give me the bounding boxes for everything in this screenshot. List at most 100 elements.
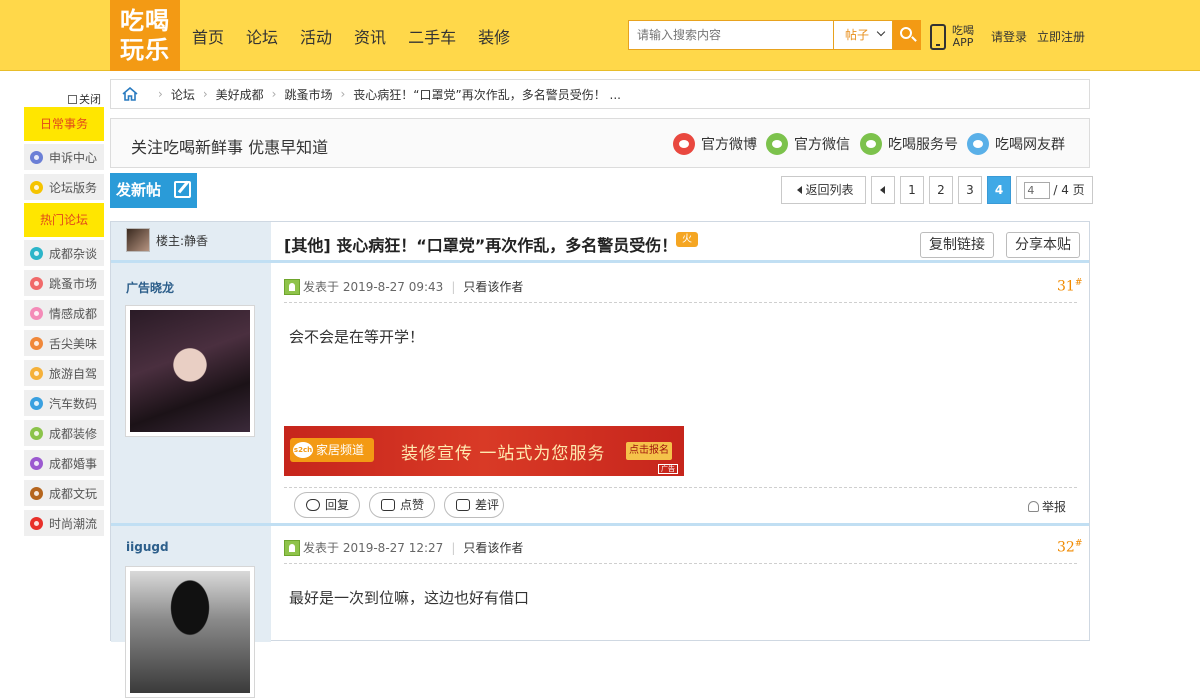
sidebar-item-label: 时尚潮流	[49, 516, 98, 531]
post-author-name[interactable]: iigugd	[126, 540, 169, 554]
sidebar-item-antiques[interactable]: 成都文玩	[24, 480, 104, 506]
nav-decoration[interactable]: 装修	[478, 24, 510, 48]
qq-group-link[interactable]: 吃喝网友群	[967, 133, 1065, 155]
breadcrumb: › 论坛 › 美好成都 › 跳蚤市场 › 丧心病狂！“口罩党”再次作乱，多名警员…	[110, 79, 1090, 109]
travel-icon	[30, 366, 43, 380]
floor-number[interactable]: 31#	[1057, 278, 1082, 295]
breadcrumb-forum[interactable]: 论坛	[171, 86, 195, 103]
like-button[interactable]: 点赞	[369, 492, 436, 518]
edit-icon	[174, 181, 191, 198]
sidebar-item-flea-market[interactable]: 跳蚤市场	[24, 270, 104, 296]
sidebar-item-forum-admin[interactable]: 论坛版务	[24, 174, 104, 200]
post-content: 会不会是在等开学！	[289, 328, 425, 346]
weibo-link[interactable]: 官方微博	[673, 133, 757, 155]
ad-banner[interactable]: 家居频道 装修宣传 一站式为您服务 点击报名 广告	[284, 426, 684, 476]
qq-icon	[967, 133, 989, 155]
sidebar-section-daily: 日常事务	[24, 107, 104, 141]
nav-forum[interactable]: 论坛	[246, 24, 278, 48]
thread-header: 楼主: 静香 [其他] 丧心病狂！“口罩党”再次作乱，多名警员受伤！ 火 复制链…	[111, 222, 1089, 263]
copy-link-button[interactable]: 复制链接	[920, 232, 994, 258]
sidebar-item-travel[interactable]: 旅游自驾	[24, 360, 104, 386]
sidebar-item-cars-digital[interactable]: 汽车数码	[24, 390, 104, 416]
thread-category[interactable]: [其他]	[284, 236, 331, 255]
ad-cta-button[interactable]: 点击报名	[626, 442, 672, 460]
app-download-link[interactable]: 吃喝 APP	[930, 22, 974, 52]
post-time: 发表于 2019-8-27 09:43	[303, 280, 444, 294]
sidebar-item-fashion[interactable]: 时尚潮流	[24, 510, 104, 536]
wechat-link[interactable]: 官方微信	[766, 133, 850, 155]
author-photo[interactable]	[125, 305, 255, 437]
wechat-icon	[766, 133, 788, 155]
prev-page-button[interactable]	[871, 176, 895, 204]
sidebar-section-hot: 热门论坛	[24, 203, 104, 237]
sidebar-item-label: 成都杂谈	[49, 246, 98, 261]
sidebar-item-wedding[interactable]: 成都婚事	[24, 450, 104, 476]
floor-number[interactable]: 32#	[1057, 539, 1082, 556]
floor-value: 31	[1057, 278, 1075, 295]
sidebar-item-label: 旅游自驾	[49, 366, 98, 381]
report-button[interactable]: 举报	[1028, 498, 1066, 515]
share-button[interactable]: 分享本贴	[1006, 232, 1080, 258]
reply-button[interactable]: 回复	[294, 492, 361, 518]
op-name[interactable]: 静香	[184, 232, 208, 249]
only-author-link[interactable]: 只看该作者	[463, 278, 523, 295]
weibo-icon	[673, 133, 695, 155]
sidebar-close-button[interactable]: 关闭	[68, 91, 101, 107]
sidebar-item-label: 情感成都	[49, 306, 98, 321]
page-1-button[interactable]: 1	[900, 176, 924, 204]
page-2-button[interactable]: 2	[929, 176, 953, 204]
post-time: 发表于 2019-8-27 12:27	[303, 541, 444, 555]
follow-bar: 关注吃喝新鲜事 优惠早知道 官方微博 官方微信 吃喝服务号 吃喝网友群	[110, 118, 1090, 168]
nav-events[interactable]: 活动	[300, 24, 332, 48]
car-icon	[30, 396, 43, 410]
avatar[interactable]	[126, 228, 150, 252]
sidebar-item-appeal[interactable]: 申诉中心	[24, 144, 104, 170]
sidebar-item-emotion[interactable]: 情感成都	[24, 300, 104, 326]
avatar	[130, 310, 250, 432]
back-to-list-button[interactable]: 返回列表	[781, 176, 866, 204]
page-jump-input[interactable]	[1024, 181, 1051, 199]
app-label-line2: APP	[952, 36, 974, 49]
search-type-select[interactable]: 帖子	[833, 20, 893, 50]
register-link[interactable]: 立即注册	[1037, 28, 1085, 45]
weibo-label: 官方微博	[701, 137, 757, 153]
close-icon	[68, 95, 77, 104]
login-link[interactable]: 请登录	[991, 28, 1027, 45]
post-author-name[interactable]: 广告晓龙	[126, 279, 174, 296]
market-icon	[30, 276, 43, 290]
only-author-link[interactable]: 只看该作者	[463, 539, 523, 556]
author-photo[interactable]	[125, 566, 255, 698]
search-type-label: 帖子	[845, 28, 870, 42]
nav-home[interactable]: 首页	[192, 24, 224, 48]
sidebar-item-label: 跳蚤市场	[49, 276, 98, 291]
dislike-button[interactable]: 差评	[444, 492, 505, 518]
ad-brand: 家居频道	[290, 438, 374, 462]
sidebar-item-chengdu-talk[interactable]: 成都杂谈	[24, 240, 104, 266]
avatar	[130, 571, 250, 693]
search-bar: 帖子	[628, 20, 921, 50]
page-3-button[interactable]: 3	[958, 176, 982, 204]
sidebar-item-food[interactable]: 舌尖美味	[24, 330, 104, 356]
nav-used-cars[interactable]: 二手车	[408, 24, 456, 48]
antique-icon	[30, 486, 43, 500]
nav-news[interactable]: 资讯	[354, 24, 386, 48]
new-post-button[interactable]: 发新帖	[110, 173, 197, 208]
site-logo[interactable]: 吃喝 玩乐	[110, 0, 180, 71]
sidebar-close-label: 关闭	[79, 93, 101, 106]
floor-value: 32	[1057, 539, 1075, 556]
breadcrumb-chengdu[interactable]: 美好成都	[216, 86, 264, 103]
home-icon[interactable]	[122, 87, 138, 101]
food-icon	[30, 336, 43, 350]
search-button[interactable]	[893, 20, 921, 50]
service-account-link[interactable]: 吃喝服务号	[860, 133, 958, 155]
post-content: 最好是一次到位嘛，这边也好有借口	[289, 589, 530, 607]
thumbs-down-icon	[456, 499, 471, 511]
sidebar-item-decoration[interactable]: 成都装修	[24, 420, 104, 446]
breadcrumb-flea-market[interactable]: 跳蚤市场	[284, 86, 332, 103]
qq-group-label: 吃喝网友群	[995, 137, 1065, 153]
page-current: 4	[987, 176, 1011, 204]
site-header: 吃喝玩乐 首页 论坛 活动 资讯 二手车 装修 帖子 吃喝 APP 请登录 立即…	[0, 0, 1200, 71]
search-input[interactable]	[628, 20, 833, 50]
post-actions: 回复 点赞 差评	[294, 492, 513, 518]
wedding-icon	[30, 456, 43, 470]
